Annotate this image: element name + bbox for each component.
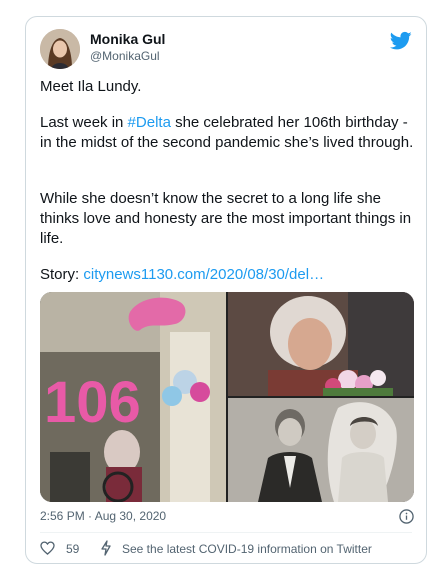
paragraph-2-prefix: Last week in xyxy=(40,114,128,131)
tweet-paragraph-2: Last week in #Delta she celebrated her 1… xyxy=(40,113,416,153)
info-icon[interactable] xyxy=(399,509,414,524)
like-count[interactable]: 59 xyxy=(66,542,79,556)
bolt-icon xyxy=(101,540,111,556)
photo-portrait-flowers[interactable] xyxy=(228,292,414,396)
heart-icon[interactable] xyxy=(40,541,55,555)
tweet-paragraph-1: Meet Ila Lundy. xyxy=(40,78,142,95)
author-handle[interactable]: @MonikaGul xyxy=(90,49,160,63)
tweet-timestamp[interactable]: 2:56 PM · Aug 30, 2020 xyxy=(40,509,166,523)
photo-birthday-balloons[interactable]: 106 xyxy=(40,292,226,502)
balloon-number: 106 xyxy=(44,370,141,435)
photo-wedding[interactable] xyxy=(228,398,414,502)
tweet-actions: 59 See the latest COVID-19 information o… xyxy=(40,539,414,559)
tweet-card[interactable]: Monika Gul @MonikaGul Meet Ila Lundy. La… xyxy=(25,16,427,564)
twitter-bird-icon[interactable] xyxy=(390,31,412,51)
author-name[interactable]: Monika Gul xyxy=(90,31,165,47)
tweet-meta: 2:56 PM · Aug 30, 2020 xyxy=(40,509,414,527)
story-link[interactable]: citynews1130.com/2020/08/30/del… xyxy=(83,266,324,283)
covid-info-link[interactable]: See the latest COVID-19 information on T… xyxy=(122,542,372,556)
tweet-paragraph-4: Story: citynews1130.com/2020/08/30/del… xyxy=(40,265,416,285)
story-label: Story: xyxy=(40,266,84,283)
hashtag-link[interactable]: #Delta xyxy=(128,114,171,131)
tweet-paragraph-3: While she doesn’t know the secret to a l… xyxy=(40,190,412,247)
media-grid: 106 xyxy=(40,292,414,502)
tweet-header: Monika Gul @MonikaGul xyxy=(40,29,412,69)
avatar[interactable] xyxy=(40,29,80,69)
divider xyxy=(40,532,412,533)
